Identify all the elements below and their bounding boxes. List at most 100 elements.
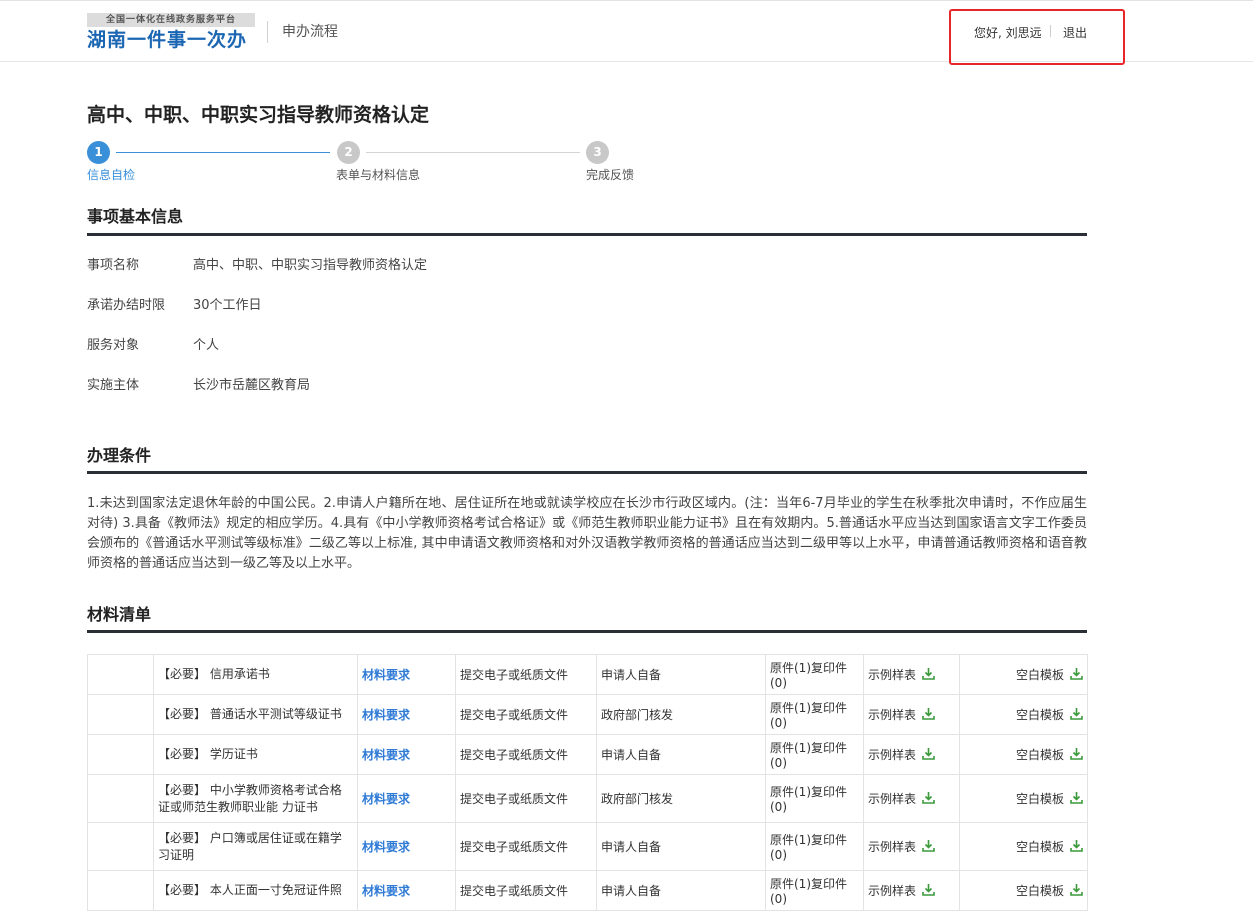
blank-template-cell: 空白模板	[959, 774, 1088, 823]
sample-cell: 示例样表	[863, 734, 960, 775]
sample-label: 示例样表	[868, 791, 917, 806]
download-icon[interactable]	[922, 791, 935, 807]
row-blank-cell	[87, 822, 154, 871]
info-label-name: 事项名称	[87, 258, 140, 273]
info-value-deadline: 30个工作日	[193, 298, 262, 313]
user-greeting: 您好, 刘思远	[974, 26, 1042, 40]
row-blank-cell	[87, 774, 154, 823]
sample-label: 示例样表	[868, 707, 917, 722]
download-icon[interactable]	[922, 883, 935, 899]
sample-label: 示例样表	[868, 747, 917, 762]
material-source: 政府部门核发	[596, 774, 766, 823]
sample-cell: 示例样表	[863, 654, 960, 695]
info-label-authority: 实施主体	[87, 378, 140, 393]
submit-method: 提交电子或纸质文件	[455, 870, 597, 911]
info-value-target: 个人	[193, 338, 220, 353]
material-name: 【必要】 学历证书	[153, 734, 358, 775]
submit-method: 提交电子或纸质文件	[455, 774, 597, 823]
material-requirement-link[interactable]: 材料要求	[362, 840, 410, 854]
step-2-line	[366, 152, 580, 153]
user-separator	[1050, 25, 1051, 37]
materials-rule	[87, 630, 1087, 633]
row-blank-cell	[87, 654, 154, 695]
basic-info-rule	[87, 233, 1087, 236]
material-requirement-link[interactable]: 材料要求	[362, 884, 410, 898]
info-value-authority: 长沙市岳麓区教育局	[193, 378, 311, 393]
step-1-circle: 1	[87, 141, 110, 164]
submit-method: 提交电子或纸质文件	[455, 694, 597, 735]
material-name: 【必要】 本人正面一寸免冠证件照	[153, 870, 358, 911]
blank-template-cell: 空白模板	[959, 654, 1088, 695]
row-blank-cell	[87, 870, 154, 911]
info-label-target: 服务对象	[87, 338, 140, 353]
blank-template-label: 空白模板	[1015, 747, 1064, 762]
material-name: 【必要】 户口簿或居住证或在籍学习证明	[153, 822, 358, 871]
download-icon[interactable]	[922, 747, 935, 763]
step-1-line	[116, 152, 330, 153]
submit-method: 提交电子或纸质文件	[455, 734, 597, 775]
header-divider	[267, 21, 268, 43]
page-title: 高中、中职、中职实习指导教师资格认定	[87, 104, 430, 126]
download-icon[interactable]	[1070, 883, 1083, 899]
header-title: 申办流程	[282, 24, 338, 40]
step-3-circle: 3	[586, 141, 609, 164]
material-name: 【必要】 普通话水平测试等级证书	[153, 694, 358, 735]
copies-count: 原件(1)复印件(0)	[765, 694, 864, 735]
table-row: 【必要】 户口簿或居住证或在籍学习证明 材料要求 提交电子或纸质文件 申请人自备…	[87, 822, 1088, 871]
download-icon[interactable]	[1070, 791, 1083, 807]
info-label-deadline: 承诺办结时限	[87, 298, 166, 313]
download-icon[interactable]	[1070, 667, 1083, 683]
material-name: 【必要】 信用承诺书	[153, 654, 358, 695]
info-value-name: 高中、中职、中职实习指导教师资格认定	[193, 258, 428, 273]
row-blank-cell	[87, 734, 154, 775]
blank-template-cell: 空白模板	[959, 694, 1088, 735]
platform-logo[interactable]: 全国一体化在线政务服务平台 湖南一件事一次办	[87, 13, 257, 51]
material-source: 申请人自备	[596, 734, 766, 775]
material-source: 申请人自备	[596, 870, 766, 911]
download-icon[interactable]	[922, 667, 935, 683]
download-icon[interactable]	[1070, 839, 1083, 855]
material-requirement-link[interactable]: 材料要求	[362, 668, 410, 682]
sample-label: 示例样表	[868, 883, 917, 898]
logo-subtitle: 全国一体化在线政务服务平台	[87, 13, 255, 27]
conditions-title: 办理条件	[87, 446, 152, 465]
material-requirement-link[interactable]: 材料要求	[362, 748, 410, 762]
material-name: 【必要】 中小学教师资格考试合格证或师范生教师职业能 力证书	[153, 774, 358, 823]
step-3-label: 完成反馈	[586, 168, 635, 182]
download-icon[interactable]	[922, 707, 935, 723]
material-requirement-link[interactable]: 材料要求	[362, 792, 410, 806]
row-blank-cell	[87, 694, 154, 735]
table-row: 【必要】 学历证书 材料要求 提交电子或纸质文件 申请人自备 原件(1)复印件(…	[87, 734, 1088, 775]
material-requirement-link[interactable]: 材料要求	[362, 708, 410, 722]
blank-template-label: 空白模板	[1015, 667, 1064, 682]
sample-cell: 示例样表	[863, 870, 960, 911]
sample-cell: 示例样表	[863, 694, 960, 735]
logo-title: 湖南一件事一次办	[87, 29, 248, 51]
copies-count: 原件(1)复印件(0)	[765, 822, 864, 871]
table-row: 【必要】 中小学教师资格考试合格证或师范生教师职业能 力证书 材料要求 提交电子…	[87, 774, 1088, 823]
material-source: 政府部门核发	[596, 694, 766, 735]
sample-label: 示例样表	[868, 667, 917, 682]
download-icon[interactable]	[922, 839, 935, 855]
submit-method: 提交电子或纸质文件	[455, 654, 597, 695]
table-row: 【必要】 信用承诺书 材料要求 提交电子或纸质文件 申请人自备 原件(1)复印件…	[87, 654, 1088, 695]
blank-template-label: 空白模板	[1015, 791, 1064, 806]
download-icon[interactable]	[1070, 747, 1083, 763]
material-source: 申请人自备	[596, 822, 766, 871]
sample-cell: 示例样表	[863, 774, 960, 823]
blank-template-cell: 空白模板	[959, 734, 1088, 775]
blank-template-cell: 空白模板	[959, 822, 1088, 871]
copies-count: 原件(1)复印件(0)	[765, 654, 864, 695]
top-header: 全国一体化在线政务服务平台 湖南一件事一次办 申办流程 您好, 刘思远 退出	[0, 0, 1253, 65]
blank-template-label: 空白模板	[1015, 707, 1064, 722]
table-row: 【必要】 本人正面一寸免冠证件照 材料要求 提交电子或纸质文件 申请人自备 原件…	[87, 870, 1088, 911]
table-row: 【必要】 普通话水平测试等级证书 材料要求 提交电子或纸质文件 政府部门核发 原…	[87, 694, 1088, 735]
logout-link[interactable]: 退出	[1063, 24, 1087, 41]
step-2-circle: 2	[337, 141, 360, 164]
step-1-label: 信息自检	[87, 168, 136, 182]
blank-template-label: 空白模板	[1015, 883, 1064, 898]
step-2-label: 表单与材料信息	[336, 168, 421, 182]
download-icon[interactable]	[1070, 707, 1083, 723]
copies-count: 原件(1)复印件(0)	[765, 870, 864, 911]
blank-template-label: 空白模板	[1015, 839, 1064, 854]
